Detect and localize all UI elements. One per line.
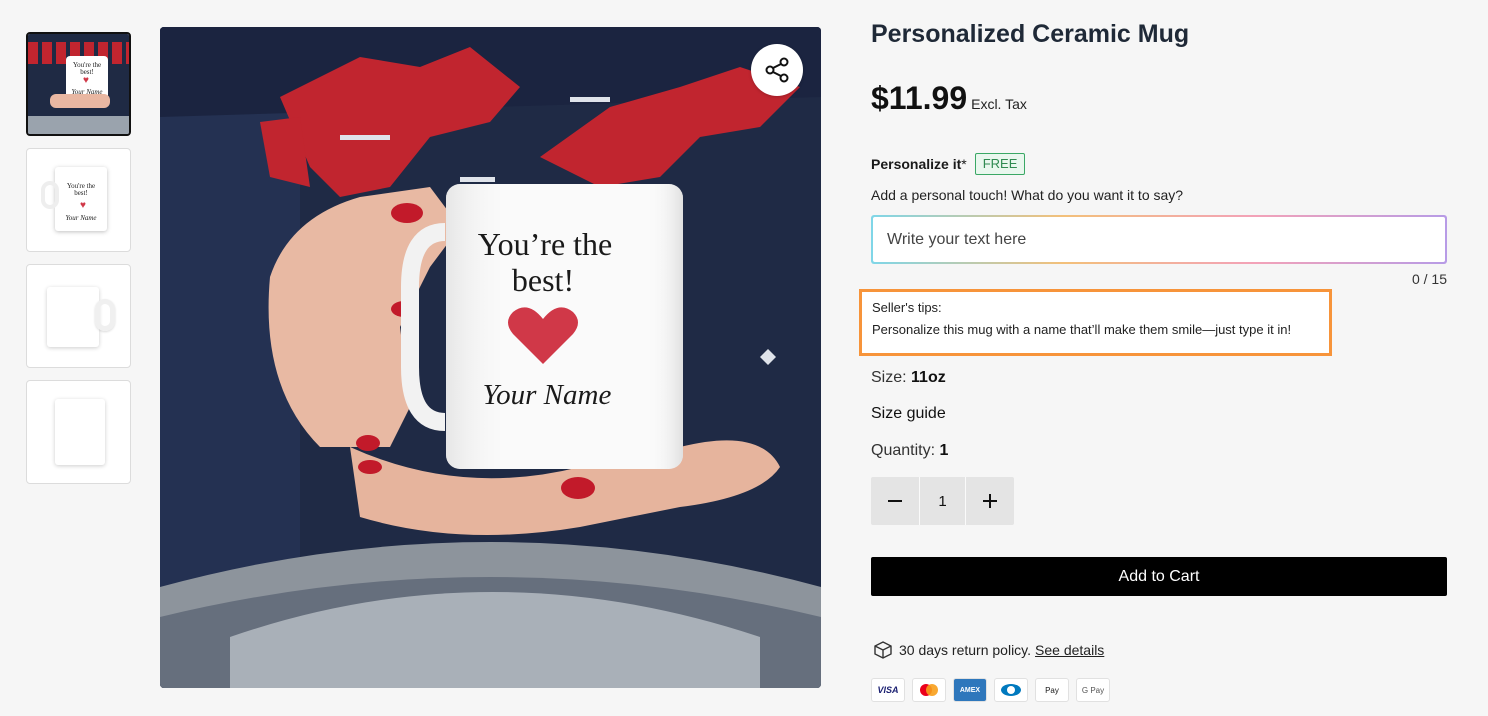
thumbnail-3[interactable]	[26, 264, 131, 368]
product-title: Personalized Ceramic Mug	[871, 20, 1190, 48]
apple-pay-icon: Pay	[1035, 678, 1069, 702]
mug-name-text: Your Name	[483, 379, 612, 411]
quantity-stepper: 1	[871, 477, 1014, 525]
quantity-stepper-value[interactable]: 1	[919, 477, 966, 525]
thumb-mug-name: Your Name	[65, 214, 97, 222]
return-policy: 30 days return policy. See details	[873, 640, 1104, 660]
increase-quantity-button[interactable]	[966, 477, 1014, 525]
add-to-cart-button[interactable]: Add to Cart	[871, 557, 1447, 596]
return-policy-text: 30 days return policy.	[899, 642, 1032, 658]
size-value: 11oz	[911, 369, 946, 386]
seller-tips-body: Personalize this mug with a name that’ll…	[872, 322, 1292, 337]
personalize-label: Personalize it	[871, 156, 962, 172]
mug-text-line-1: You’re the	[478, 226, 613, 262]
price-row: $11.99 Excl. Tax	[871, 80, 1027, 117]
payment-methods: VISA AMEX Pay G Pay	[871, 678, 1110, 702]
size-label: Size:	[871, 369, 907, 386]
personalize-header: Personalize it * FREE	[871, 153, 1026, 175]
share-icon	[765, 57, 789, 83]
thumb-mug-text: You're the best!	[72, 61, 102, 76]
seller-tips-box: Seller's tips: Personalize this mug with…	[859, 289, 1332, 356]
box-icon	[874, 641, 892, 659]
tax-note: Excl. Tax	[971, 96, 1027, 112]
see-details-link[interactable]: See details	[1035, 642, 1104, 658]
size-guide-link[interactable]: Size guide	[871, 405, 946, 423]
plus-icon	[983, 494, 997, 508]
heart-icon: ♥	[80, 200, 86, 211]
thumb-mug-text: You're the best!	[66, 182, 96, 197]
required-mark: *	[961, 156, 967, 172]
amex-icon: AMEX	[953, 678, 987, 702]
heart-icon: ♥	[83, 75, 89, 86]
thumbnail-4[interactable]	[26, 380, 131, 484]
quantity-row: Quantity: 1	[871, 442, 948, 460]
visa-icon: VISA	[871, 678, 905, 702]
google-pay-icon: G Pay	[1076, 678, 1110, 702]
main-product-image: You’re the best! Your Name	[160, 27, 821, 688]
minus-icon	[888, 500, 902, 502]
free-badge: FREE	[974, 153, 1026, 175]
size-row: Size: 11oz	[871, 369, 946, 387]
product-price: $11.99	[871, 80, 968, 116]
thumbnail-1[interactable]: You're the best! ♥ Your Name	[26, 32, 131, 136]
thumbnail-list: You're the best! ♥ Your Name You're the …	[26, 32, 131, 496]
seller-tips-title: Seller's tips:	[872, 300, 942, 315]
sweater-mug-photo: You’re the best! Your Name	[160, 27, 821, 688]
thumbnail-2[interactable]: You're the best! ♥ Your Name	[26, 148, 131, 252]
quantity-label: Quantity:	[871, 442, 936, 459]
personalize-help-text: Add a personal touch! What do you want i…	[871, 187, 1184, 203]
diners-icon	[994, 678, 1028, 702]
share-button[interactable]	[751, 44, 803, 96]
quantity-value: 1	[939, 442, 949, 459]
personalize-text-input[interactable]	[873, 217, 1445, 262]
mug-text-line-2: best!	[512, 262, 574, 298]
mastercard-icon	[912, 678, 946, 702]
character-counter: 0 / 15	[1411, 271, 1447, 287]
personalize-input-wrapper	[871, 215, 1447, 264]
decrease-quantity-button[interactable]	[871, 477, 919, 525]
